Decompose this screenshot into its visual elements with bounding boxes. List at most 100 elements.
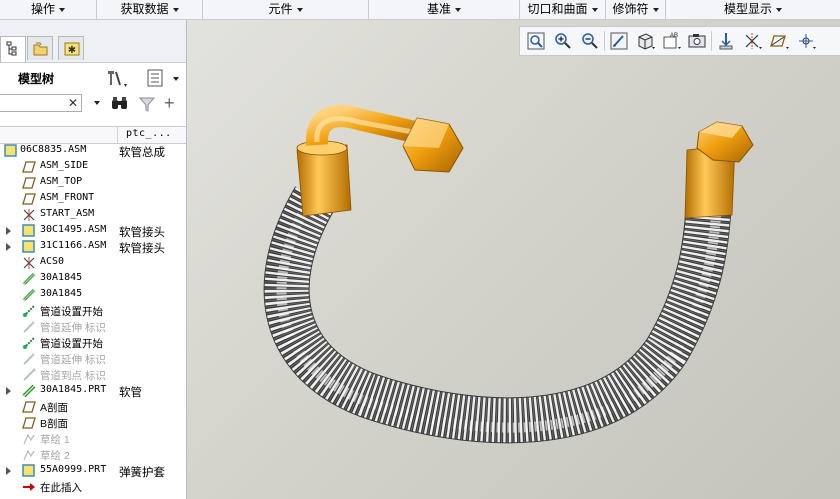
- tree-row-label: ASM_FRONT: [40, 192, 95, 203]
- tree-row-cross-section[interactable]: A剖面: [0, 399, 186, 415]
- tree-row-label: 30A1845.PRT: [40, 384, 107, 395]
- tree-row-label: 管道设置开始: [40, 338, 103, 350]
- svg-text:AB: AB: [670, 33, 678, 39]
- model-tree-header: 模型树: [0, 63, 186, 93]
- menu-model-display[interactable]: 模型显示: [666, 0, 840, 19]
- saved-views-icon: AB: [663, 33, 681, 49]
- tree-row-sub-assembly[interactable]: 30C1495.ASM 软管接头: [0, 223, 186, 239]
- menu-get-data[interactable]: 获取数据: [97, 0, 203, 19]
- tree-row-pipe-segment[interactable]: 30A1845: [0, 271, 186, 287]
- column-param-header[interactable]: ptc_...: [126, 128, 172, 139]
- assembly-icon: [22, 240, 35, 253]
- spin-center-icon: [799, 34, 816, 49]
- spin-center-button[interactable]: [795, 30, 817, 52]
- zoom-out-icon: [582, 33, 598, 49]
- coordinate-system-icon: [23, 209, 35, 221]
- tree-row-label: ACS0: [40, 256, 65, 267]
- saved-views-button[interactable]: AB: [660, 30, 682, 52]
- zoom-out-button[interactable]: [579, 30, 601, 52]
- tree-row-pipe-segment[interactable]: 30A1845: [0, 287, 186, 303]
- tree-row-insert-here[interactable]: 在此插入: [0, 479, 186, 495]
- tab-favorites[interactable]: ✱: [58, 36, 84, 60]
- chevron-down-icon: [652, 7, 659, 12]
- menu-label: 切口和曲面: [527, 2, 588, 16]
- tree-row-route-start[interactable]: 管道设置开始: [0, 303, 186, 319]
- menu-datum[interactable]: 基准: [369, 0, 520, 19]
- datum-axes-button[interactable]: [741, 30, 763, 52]
- menu-label: 操作: [30, 2, 55, 16]
- list-view-icon: [147, 69, 179, 87]
- zoom-in-button[interactable]: [552, 30, 574, 52]
- tree-row-label: 30C1495.ASM: [40, 224, 107, 235]
- datum-planes-button[interactable]: [768, 30, 790, 52]
- route-extend-icon: [23, 321, 35, 333]
- binoculars-find-icon[interactable]: [110, 95, 130, 113]
- tree-row-label: 草绘 2: [40, 450, 70, 462]
- menu-label: 元件: [268, 2, 293, 16]
- tree-row-sketch[interactable]: 草绘 2: [0, 447, 186, 463]
- view-manager-button[interactable]: [686, 30, 708, 52]
- tree-row-coordinate-system[interactable]: ACS0: [0, 255, 186, 271]
- tree-row-route-start[interactable]: 管道设置开始: [0, 335, 186, 351]
- clear-search-icon[interactable]: ✕: [66, 94, 80, 112]
- pipe-segment-icon: [22, 288, 36, 302]
- tree-row-param: 软管总成: [119, 147, 165, 159]
- model-tree-title: 模型树: [18, 72, 55, 86]
- coordinate-system-icon: [23, 257, 35, 269]
- tree-row-sub-assembly[interactable]: 31C1166.ASM 软管接头: [0, 239, 186, 255]
- datum-display-button[interactable]: [715, 30, 737, 52]
- tree-row-param: 弹簧护套: [119, 467, 165, 479]
- tree-row-datum-plane[interactable]: ASM_FRONT: [0, 191, 186, 207]
- menu-label: 基准: [426, 2, 451, 16]
- tab-folder-browser[interactable]: [27, 36, 53, 60]
- tree-show-button[interactable]: [146, 67, 182, 89]
- shading-style-button[interactable]: [634, 30, 656, 52]
- navigator-panel: ✱ 模型树 ✕ + ptc_... 06C8835.ASM 软管总成 ASM_S…: [0, 20, 187, 499]
- tree-settings-button[interactable]: [104, 67, 132, 89]
- repaint-button[interactable]: [608, 30, 630, 52]
- shading-style-icon: [638, 33, 655, 50]
- tree-row-part[interactable]: 30A1845.PRT 软管: [0, 383, 186, 399]
- menu-label: 获取数据: [120, 2, 169, 16]
- tree-row-datum-plane[interactable]: ASM_TOP: [0, 175, 186, 191]
- tab-model-tree[interactable]: [0, 36, 26, 62]
- refit-button[interactable]: [525, 30, 547, 52]
- menu-modifiers[interactable]: 修饰符: [606, 0, 666, 19]
- expand-arrow-icon[interactable]: [6, 467, 11, 475]
- assembly-icon: [4, 144, 17, 157]
- graphics-window[interactable]: AB: [187, 20, 840, 499]
- menu-component[interactable]: 元件: [203, 0, 369, 19]
- tree-row-sub-assembly[interactable]: 55A0999.PRT 弹簧护套: [0, 463, 186, 479]
- toolbar-separator: [604, 31, 605, 51]
- tree-row-route-extend[interactable]: 管道延伸 标识: [0, 319, 186, 335]
- column-name-header[interactable]: [0, 127, 118, 143]
- tree-row-route-to-point[interactable]: 管道到点 标识: [0, 367, 186, 383]
- tree-row-label: START_ASM: [40, 208, 95, 219]
- filter-funnel-icon[interactable]: [138, 95, 156, 113]
- tree-row-label: 管道设置开始: [40, 306, 103, 318]
- cross-section-icon: [22, 417, 36, 429]
- tree-row-root-assembly[interactable]: 06C8835.ASM 软管总成: [0, 143, 186, 159]
- view-manager-icon: [688, 34, 706, 48]
- chevron-down-icon[interactable]: [94, 101, 100, 105]
- tree-row-route-extend[interactable]: 管道延伸 标识: [0, 351, 186, 367]
- tree-row-param: 软管接头: [119, 243, 165, 255]
- tree-row-label: 管道到点 标识: [40, 370, 106, 382]
- chevron-down-icon: [59, 7, 65, 12]
- expand-arrow-icon[interactable]: [6, 387, 11, 395]
- chevron-down-icon: [591, 7, 598, 12]
- pipe-segment-icon: [22, 272, 36, 286]
- tree-row-label: 管道延伸 标识: [40, 354, 106, 366]
- chevron-down-icon: [296, 7, 303, 12]
- expand-arrow-icon[interactable]: [6, 243, 11, 251]
- menu-cut-surface[interactable]: 切口和曲面: [520, 0, 606, 19]
- add-column-icon[interactable]: +: [164, 93, 175, 113]
- tree-row-sketch[interactable]: 草绘 1: [0, 431, 186, 447]
- expand-arrow-icon[interactable]: [6, 227, 11, 235]
- tree-row-label: B剖面: [40, 418, 69, 430]
- tree-row-coordinate-system[interactable]: START_ASM: [0, 207, 186, 223]
- tree-row-cross-section[interactable]: B剖面: [0, 415, 186, 431]
- tree-row-datum-plane[interactable]: ASM_SIDE: [0, 159, 186, 175]
- tree-column-header: ptc_...: [0, 126, 186, 144]
- menu-operations[interactable]: 操作: [0, 0, 97, 19]
